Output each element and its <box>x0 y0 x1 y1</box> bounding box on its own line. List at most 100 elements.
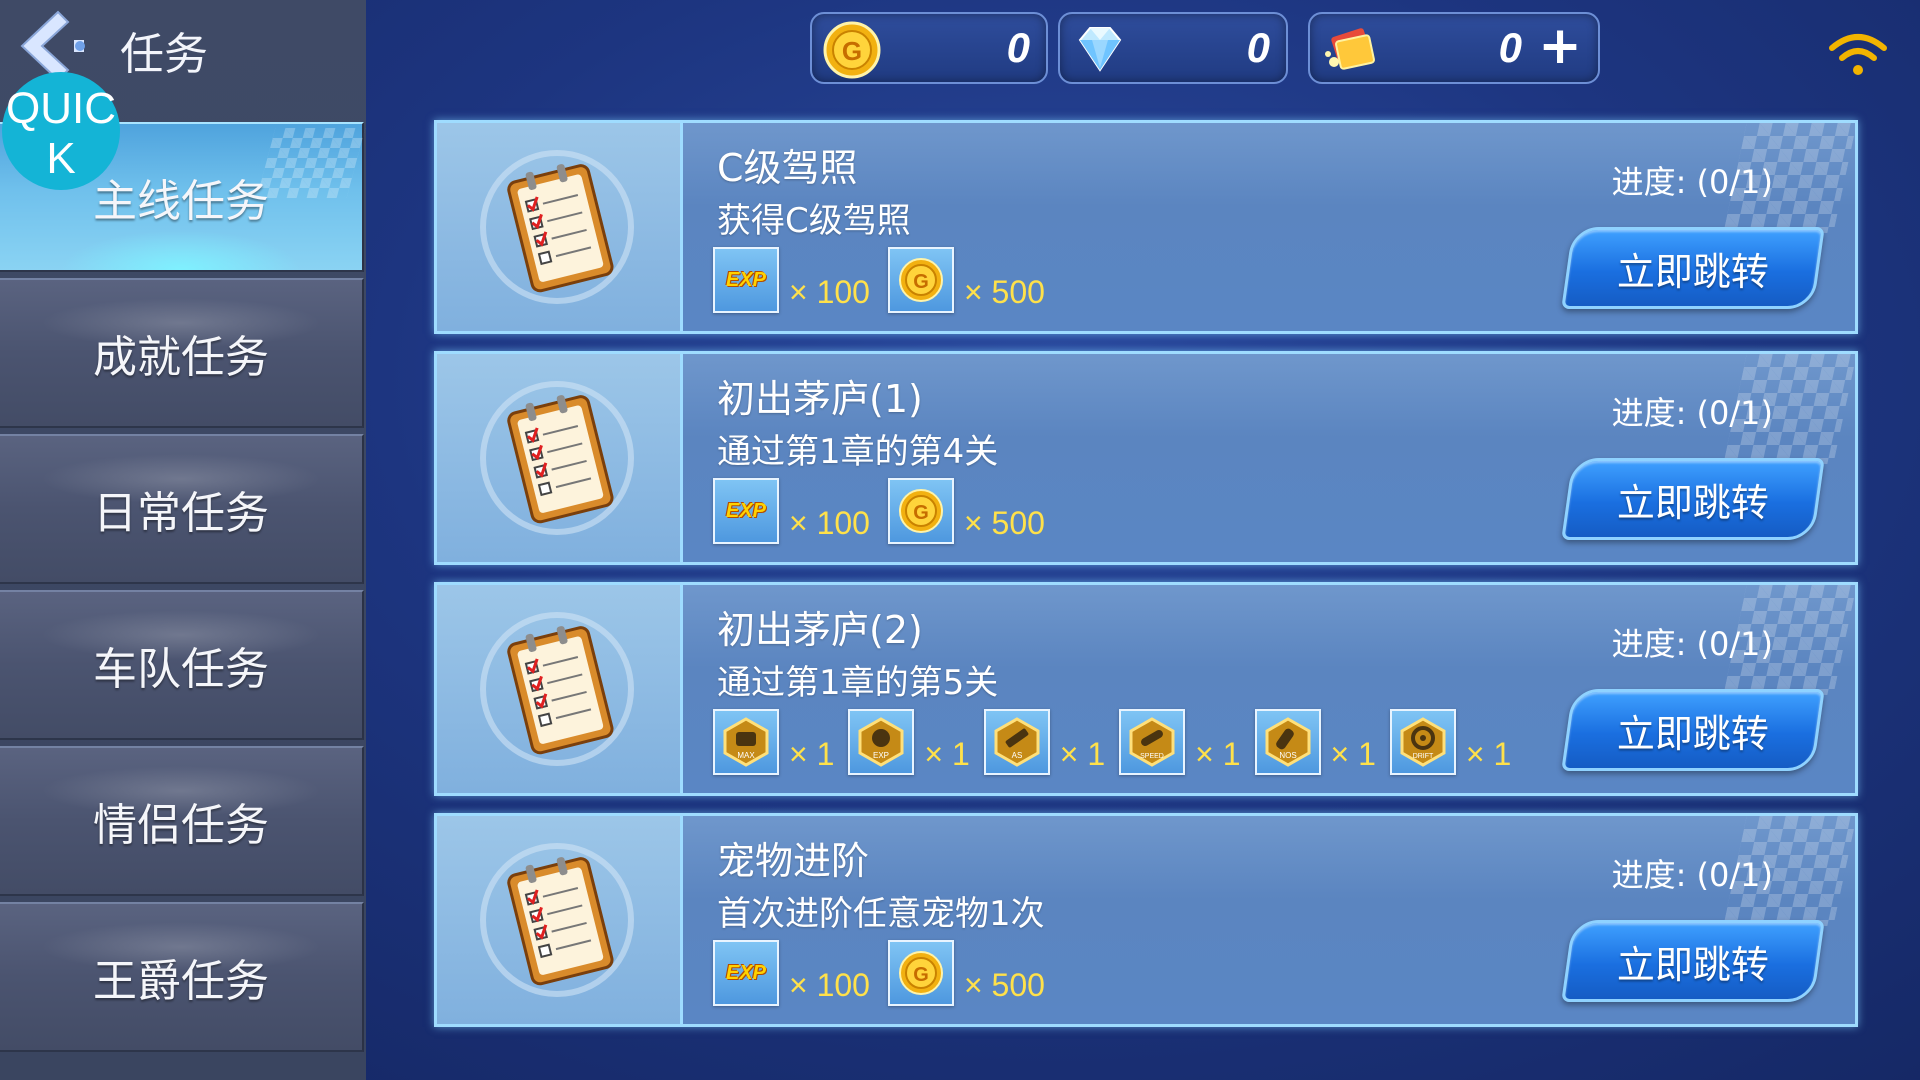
notebook-icon <box>480 150 634 304</box>
svg-text:NOS: NOS <box>1279 751 1296 760</box>
exp-icon: EXP <box>713 247 779 313</box>
button-label: 立即跳转 <box>1616 942 1769 987</box>
task-progress: 进度: (0/1) <box>1611 163 1773 201</box>
reward-quantity: × 1 <box>924 736 970 772</box>
tab-achievement-quests[interactable]: 成就任务 <box>0 278 364 428</box>
jump-now-button[interactable]: 立即跳转 <box>1561 458 1825 540</box>
svg-text:G: G <box>913 964 929 986</box>
exp-icon: EXP <box>713 478 779 544</box>
quick-badge[interactable]: QUIC K <box>2 72 120 190</box>
notebook-icon <box>480 612 634 766</box>
svg-text:SPEED: SPEED <box>1140 753 1164 760</box>
as-part-icon: AS <box>983 709 1050 775</box>
reward-item[interactable]: AS × 1 <box>983 709 1106 775</box>
wifi-icon <box>1829 34 1887 75</box>
task-card: 初出茅庐(1) 通过第1章的第4关 进度: (0/1) EXP × 100 G … <box>434 351 1858 565</box>
reward-quantity: × 500 <box>963 505 1045 541</box>
jump-now-button[interactable]: 立即跳转 <box>1561 689 1825 771</box>
sidebar: 任务 QUIC K 主线任务 成就任务 日常任务 车队任务 情侣任务 王爵任务 <box>0 0 366 1080</box>
tab-team-quests[interactable]: 车队任务 <box>0 590 364 740</box>
reward-quantity: × 500 <box>963 274 1045 310</box>
svg-text:MAX: MAX <box>737 751 755 760</box>
reward-list: MAX × 1 EXP × 1 AS × 1 SPEED × 1 NOS × 1… <box>713 707 1525 777</box>
reward-quantity: × 1 <box>1195 736 1241 772</box>
reward-quantity: × 1 <box>1330 736 1376 772</box>
reward-item[interactable]: EXP × 100 <box>713 247 870 313</box>
svg-text:EXP: EXP <box>873 751 889 760</box>
task-progress: 进度: (0/1) <box>1611 856 1773 894</box>
ticket-amount: 0 <box>1498 24 1522 71</box>
tab-couple-quests[interactable]: 情侣任务 <box>0 746 364 896</box>
reward-item[interactable]: EXP × 1 <box>848 709 970 775</box>
button-label: 立即跳转 <box>1616 711 1769 756</box>
reward-item[interactable]: G × 500 <box>887 247 1045 313</box>
svg-text:G: G <box>913 502 929 524</box>
reward-quantity: × 1 <box>1465 736 1512 772</box>
jump-now-button[interactable]: 立即跳转 <box>1561 920 1825 1002</box>
diamond-amount: 0 <box>1246 24 1270 71</box>
gold-coin-icon: G <box>887 478 954 544</box>
exp-part-icon: EXP <box>848 709 915 775</box>
reward-item[interactable]: G × 500 <box>887 478 1045 544</box>
nos-part-icon: NOS <box>1254 709 1321 775</box>
speed-part-icon: SPEED <box>1119 709 1186 775</box>
task-title: C级驾照 <box>717 146 858 190</box>
task-card: 宠物进阶 首次进阶任意宠物1次 进度: (0/1) EXP × 100 G × … <box>434 813 1858 1027</box>
reward-item[interactable]: MAX × 1 <box>713 709 834 775</box>
reward-item[interactable]: SPEED × 1 <box>1119 709 1241 775</box>
task-icon-panel <box>437 354 683 562</box>
task-progress: 进度: (0/1) <box>1611 625 1773 663</box>
task-icon-panel <box>437 585 683 793</box>
checkered-flag-decoration <box>256 128 366 198</box>
diamond-counter: 0 <box>1058 12 1288 84</box>
task-card: 初出茅庐(2) 通过第1章的第5关 进度: (0/1) MAX × 1 EXP … <box>434 582 1858 796</box>
reward-quantity: × 100 <box>789 505 870 541</box>
reward-quantity: × 500 <box>963 967 1045 1003</box>
reward-list: EXP × 100 G × 500 <box>713 476 1059 546</box>
task-description: 首次进阶任意宠物1次 <box>717 894 1045 934</box>
svg-text:G: G <box>842 36 862 66</box>
svg-text:DRIFT: DRIFT <box>1413 753 1434 760</box>
coin-amount: 0 <box>1006 24 1030 71</box>
task-description: 通过第1章的第5关 <box>717 663 999 703</box>
tab-daily-quests[interactable]: 日常任务 <box>0 434 364 584</box>
tab-label: 主线任务 <box>93 176 269 227</box>
notebook-icon <box>480 843 634 997</box>
reward-item[interactable]: NOS × 1 <box>1254 709 1376 775</box>
task-description: 获得C级驾照 <box>717 201 911 241</box>
task-card: C级驾照 获得C级驾照 进度: (0/1) EXP × 100 G × 500 … <box>434 120 1858 334</box>
drift-part-icon: DRIFT <box>1389 709 1456 775</box>
tab-label: 成就任务 <box>93 332 269 383</box>
reward-list: EXP × 100 G × 500 <box>713 938 1059 1008</box>
task-icon-panel <box>437 123 683 331</box>
reward-quantity: × 100 <box>789 967 870 1003</box>
reward-quantity: × 1 <box>1059 736 1106 772</box>
ticket-icon <box>1325 28 1375 70</box>
notebook-icon <box>480 381 634 535</box>
reward-item[interactable]: EXP × 100 <box>713 478 870 544</box>
add-currency-button[interactable]: + <box>1536 20 1584 72</box>
button-label: 立即跳转 <box>1616 249 1769 294</box>
tab-label: 王爵任务 <box>93 956 269 1007</box>
button-label: 立即跳转 <box>1616 480 1769 525</box>
diamond-icon <box>1078 27 1122 72</box>
task-title: 初出茅庐(1) <box>717 377 923 421</box>
reward-quantity: × 100 <box>789 274 870 310</box>
reward-item[interactable]: EXP × 100 <box>713 940 870 1006</box>
gold-coin-icon: G <box>887 247 954 313</box>
tab-label: 日常任务 <box>93 488 269 539</box>
tab-label: 车队任务 <box>93 644 269 695</box>
page-title: 任务 <box>120 29 208 80</box>
task-description: 通过第1章的第4关 <box>717 432 999 472</box>
tab-noble-quests[interactable]: 王爵任务 <box>0 902 364 1052</box>
svg-text:AS: AS <box>1011 751 1022 760</box>
jump-now-button[interactable]: 立即跳转 <box>1561 227 1825 309</box>
task-icon-panel <box>437 816 683 1024</box>
task-title: 初出茅庐(2) <box>717 608 923 652</box>
coin-counter: G 0 <box>810 12 1048 84</box>
reward-item[interactable]: G × 500 <box>887 940 1045 1006</box>
reward-list: EXP × 100 G × 500 <box>713 245 1059 315</box>
ticket-counter: 0 + <box>1308 12 1600 84</box>
svg-text:G: G <box>913 271 929 293</box>
reward-item[interactable]: DRIFT × 1 <box>1389 709 1512 775</box>
